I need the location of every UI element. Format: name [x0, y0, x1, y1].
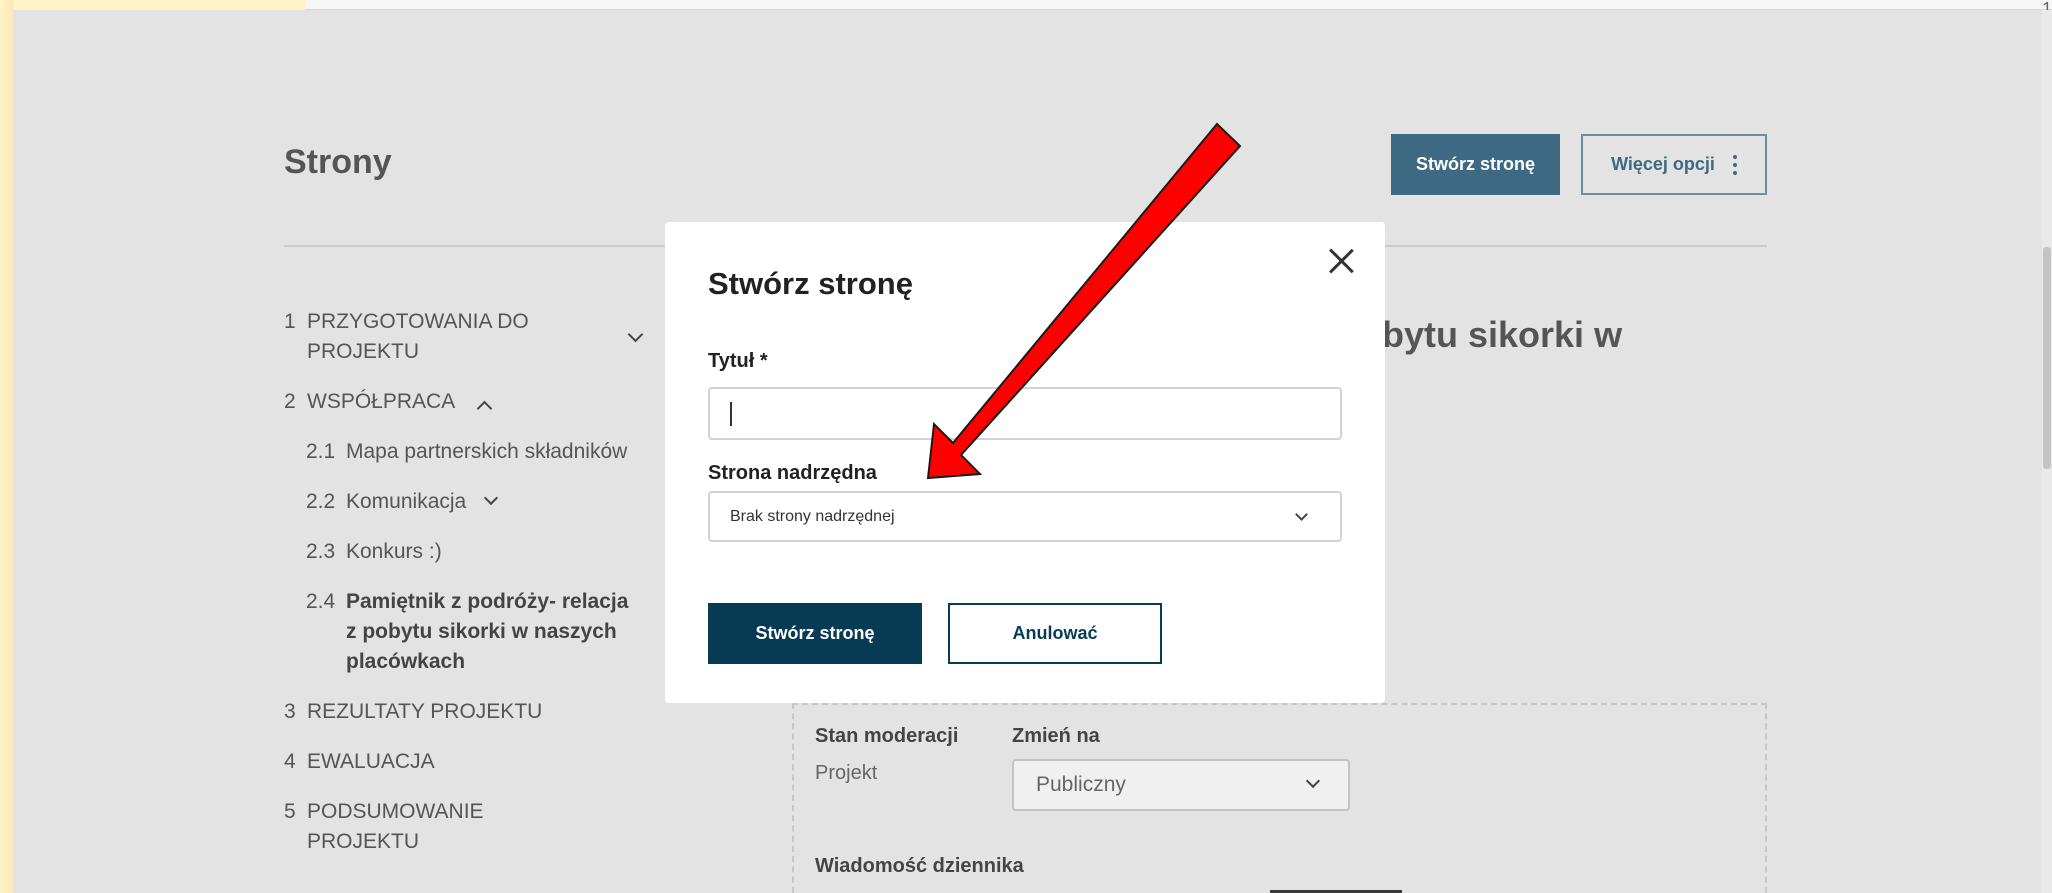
nav-item-number: 2.1: [306, 440, 336, 463]
nav-item-konkurs[interactable]: 2.3 Konkurs :): [306, 537, 442, 567]
moderation-state-select[interactable]: Publiczny: [1012, 759, 1350, 811]
create-page-submit-button[interactable]: Stwórz stronę: [708, 603, 922, 664]
chevron-up-icon[interactable]: [476, 400, 493, 417]
nav-item-number: 2.4: [306, 590, 336, 613]
chevron-down-icon: [1305, 773, 1321, 789]
title-input[interactable]: [708, 387, 1342, 440]
nav-item-label-line: z pobytu sikorki w naszych: [346, 620, 617, 643]
nav-item-podsumowanie[interactable]: 5 PODSUMOWANIE PROJEKTU: [284, 797, 484, 857]
title-field-label: Tytuł *: [708, 350, 768, 372]
nav-item-label-line: PROJEKTU: [307, 830, 420, 853]
nav-item-przygotowania[interactable]: 1 PRZYGOTOWANIA DO PROJEKTU: [284, 307, 644, 367]
page-heading-fragment: bytu sikorki w: [1382, 314, 1623, 355]
scrollbar-thumb[interactable]: [2043, 247, 2051, 469]
close-icon[interactable]: [1325, 245, 1357, 277]
chevron-down-icon: [1295, 508, 1308, 521]
nav-item-label-line: placówkach: [346, 650, 466, 673]
log-message-label: Wiadomość dziennika: [815, 855, 1024, 877]
nav-item-label: Komunikacja: [346, 490, 467, 513]
text-cursor: [730, 402, 732, 426]
nav-item-label: REZULTATY PROJEKTU: [307, 700, 543, 723]
parent-page-select-value: Brak strony nadrzędnej: [730, 507, 895, 525]
nav-item-mapa[interactable]: 2.1 Mapa partnerskich składników: [306, 437, 627, 467]
nav-item-ewaluacja[interactable]: 4 EWALUACJA: [284, 747, 435, 777]
page-scrollbar[interactable]: [2042, 10, 2052, 893]
nav-item-number: 2: [284, 390, 296, 413]
create-page-button[interactable]: Stwórz stronę: [1391, 134, 1560, 195]
nav-item-pamietnik[interactable]: 2.4 Pamiętnik z podróży- relacja z pobyt…: [306, 587, 628, 677]
nav-item-label: PODSUMOWANIE PROJEKTU: [307, 797, 484, 857]
parent-page-select[interactable]: Brak strony nadrzędnej: [708, 491, 1342, 542]
change-to-label: Zmień na: [1012, 725, 1100, 747]
nav-item-rezultaty[interactable]: 3 REZULTATY PROJEKTU: [284, 697, 542, 727]
nav-item-label: EWALUACJA: [307, 750, 435, 773]
window-edge-top-left: [0, 0, 305, 10]
nav-item-number: 3: [284, 700, 296, 723]
nav-item-label: Pamiętnik z podróży- relacja z pobytu si…: [346, 587, 628, 677]
parent-page-label: Strona nadrzędna: [708, 462, 877, 484]
window-edge-left: [0, 0, 13, 893]
nav-item-number: 4: [284, 750, 296, 773]
nav-item-label-line: PRZYGOTOWANIA DO: [307, 310, 529, 333]
nav-item-label-line: PODSUMOWANIE: [307, 800, 484, 823]
dialog-title: Stwórz stronę: [708, 266, 913, 301]
nav-item-number: 1: [284, 310, 296, 333]
create-page-dialog: Stwórz stronę Tytuł * Strona nadrzędna B…: [665, 222, 1385, 703]
nav-item-komunikacja[interactable]: 2.2 Komunikacja: [306, 487, 499, 517]
chevron-down-icon[interactable]: [484, 490, 499, 506]
nav-item-wspolpraca[interactable]: 2 WSPÓŁPRACA: [284, 387, 493, 417]
moderation-state-value: Projekt: [815, 762, 878, 784]
top-strip: [305, 0, 2052, 10]
nav-item-label: PRZYGOTOWANIA DO PROJEKTU: [307, 307, 627, 367]
chevron-down-icon[interactable]: [627, 326, 644, 343]
nav-item-number: 2.3: [306, 540, 336, 563]
nav-item-number: 5: [284, 800, 296, 823]
more-options-label: Więcej opcji: [1611, 154, 1715, 174]
nav-item-label: WSPÓŁPRACA: [307, 390, 456, 413]
cancel-button[interactable]: Anulować: [948, 603, 1162, 664]
moderation-state-label: Stan moderacji: [815, 725, 959, 747]
moderation-state-select-value: Publiczny: [1036, 773, 1126, 796]
nav-item-number: 2.2: [306, 490, 336, 513]
nav-item-label-line: Pamiętnik z podróży- relacja: [346, 590, 629, 613]
nav-item-label-line: PROJEKTU: [307, 340, 420, 363]
page-title: Strony: [284, 143, 392, 181]
more-options-button[interactable]: Więcej opcji: [1581, 134, 1767, 195]
kebab-menu-icon: [1732, 154, 1737, 175]
nav-item-label: Mapa partnerskich składników: [346, 440, 628, 463]
nav-item-label: Konkurs :): [346, 540, 442, 563]
